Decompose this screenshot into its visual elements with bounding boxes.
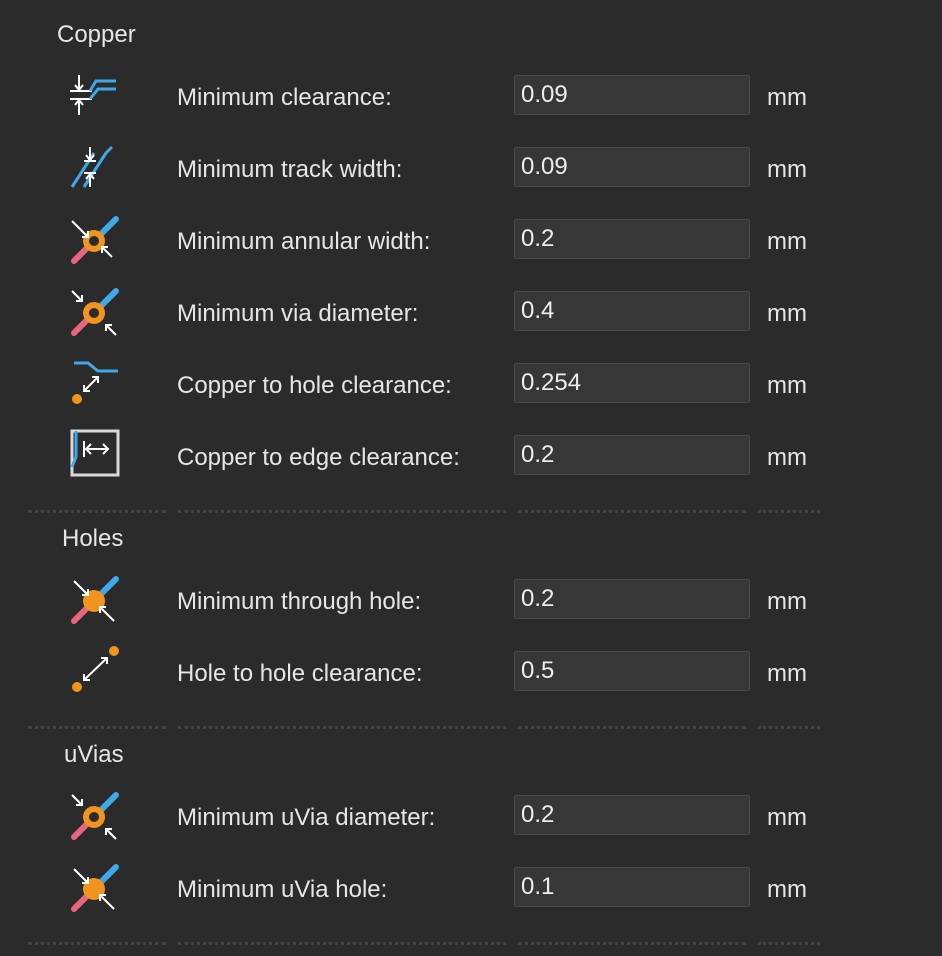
minimum-via-diameter-input[interactable] <box>514 291 750 331</box>
label-minimum-uvia-diameter: Minimum uVia diameter: <box>177 804 436 831</box>
minimum-uvia-hole-input[interactable] <box>514 867 750 907</box>
through-hole-icon <box>60 571 124 627</box>
copper-to-hole-clearance-input[interactable] <box>514 363 750 403</box>
minimum-uvia-diameter-input[interactable] <box>514 795 750 835</box>
via-diameter-icon <box>60 283 124 339</box>
label-copper-to-hole-clearance: Copper to hole clearance: <box>177 372 452 399</box>
uvia-hole-icon <box>60 859 124 915</box>
unit-hole-to-hole-clearance: mm <box>767 660 807 687</box>
row-minimum-clearance: Minimum clearance: mm <box>0 75 942 147</box>
row-minimum-annular-width: Minimum annular width: mm <box>0 216 942 291</box>
copper-to-edge-clearance-input[interactable] <box>514 435 750 475</box>
row-minimum-through-hole: Minimum through hole: mm <box>0 576 942 651</box>
label-minimum-annular-width: Minimum annular width: <box>177 228 431 255</box>
track-width-icon <box>60 139 124 195</box>
label-minimum-track-width: Minimum track width: <box>177 156 403 183</box>
unit-minimum-track-width: mm <box>767 156 807 183</box>
unit-minimum-through-hole: mm <box>767 588 807 615</box>
unit-minimum-uvia-hole: mm <box>767 876 807 903</box>
minimum-clearance-input[interactable] <box>514 75 750 115</box>
label-hole-to-hole-clearance: Hole to hole clearance: <box>177 660 423 687</box>
annular-width-icon <box>60 211 124 267</box>
label-minimum-via-diameter: Minimum via diameter: <box>177 300 419 327</box>
uvia-diameter-icon <box>60 787 124 843</box>
minimum-through-hole-input[interactable] <box>514 579 750 619</box>
label-minimum-clearance: Minimum clearance: <box>177 84 392 111</box>
row-hole-to-hole-clearance: Hole to hole clearance: mm <box>0 646 942 723</box>
unit-minimum-clearance: mm <box>767 84 807 111</box>
unit-minimum-annular-width: mm <box>767 228 807 255</box>
copper-hole-clearance-icon <box>60 355 124 411</box>
section-title-uvias: uVias <box>64 741 124 768</box>
section-title-copper: Copper <box>57 21 136 48</box>
row-copper-to-hole-clearance: Copper to hole clearance: mm <box>0 361 942 435</box>
row-copper-to-edge-clearance: Copper to edge clearance: mm <box>0 429 942 507</box>
label-minimum-through-hole: Minimum through hole: <box>177 588 422 615</box>
clearance-icon <box>60 67 124 123</box>
constraints-panel: Copper Minimum clearance: mm <box>0 0 942 956</box>
label-copper-to-edge-clearance: Copper to edge clearance: <box>177 444 460 471</box>
row-minimum-track-width: Minimum track width: mm <box>0 145 942 219</box>
unit-copper-to-edge-clearance: mm <box>767 444 807 471</box>
minimum-annular-width-input[interactable] <box>514 219 750 259</box>
row-minimum-uvia-hole: Minimum uVia hole: mm <box>0 864 942 939</box>
row-minimum-via-diameter: Minimum via diameter: mm <box>0 288 942 363</box>
copper-edge-clearance-icon <box>60 427 124 483</box>
unit-minimum-uvia-diameter: mm <box>767 804 807 831</box>
unit-copper-to-hole-clearance: mm <box>767 372 807 399</box>
row-minimum-uvia-diameter: Minimum uVia diameter: mm <box>0 792 942 867</box>
label-minimum-uvia-hole: Minimum uVia hole: <box>177 876 388 903</box>
hole-to-hole-clearance-input[interactable] <box>514 651 750 691</box>
minimum-track-width-input[interactable] <box>514 147 750 187</box>
unit-minimum-via-diameter: mm <box>767 300 807 327</box>
section-title-holes: Holes <box>62 525 124 552</box>
hole-to-hole-icon <box>60 643 124 699</box>
